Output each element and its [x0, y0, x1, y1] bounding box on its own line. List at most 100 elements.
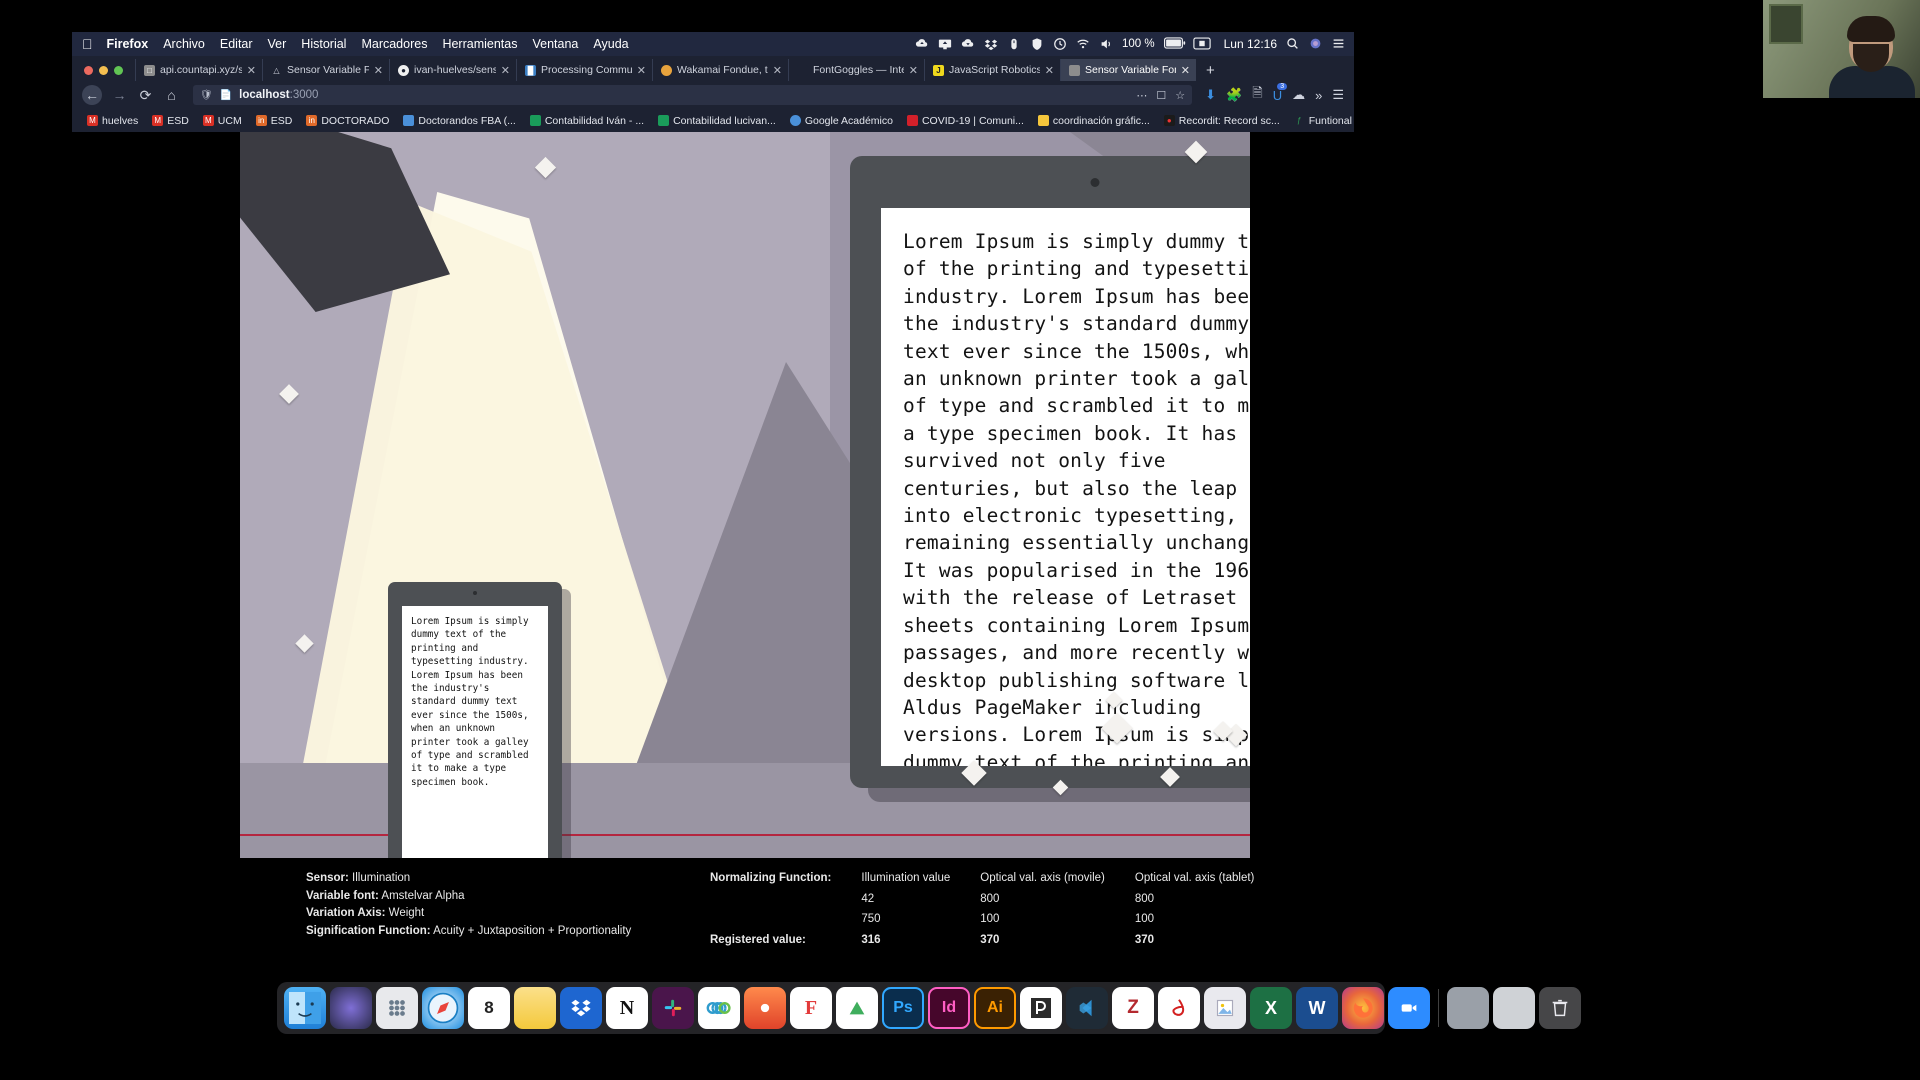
- dock-app-word[interactable]: W: [1296, 987, 1338, 1029]
- menu-bar-clock[interactable]: Lun 12:16: [1224, 37, 1277, 51]
- cloud-icon[interactable]: [961, 37, 975, 51]
- close-tab-icon[interactable]: ✕: [637, 64, 646, 77]
- dock-app-preview[interactable]: [1204, 987, 1246, 1029]
- close-window-button[interactable]: [84, 66, 93, 75]
- volume-icon[interactable]: [1099, 37, 1113, 51]
- page-info-icon[interactable]: 📄: [220, 90, 232, 101]
- dock-app-photoshop[interactable]: Ps: [882, 987, 924, 1029]
- menu-item-ver[interactable]: Ver: [268, 37, 287, 51]
- zoom-window-button[interactable]: [114, 66, 123, 75]
- tab-1[interactable]: △ Sensor Variable Font W ✕: [262, 59, 389, 81]
- dock-app-notion[interactable]: N: [606, 987, 648, 1029]
- dock-app-acrobat[interactable]: [1158, 987, 1200, 1029]
- menu-item-ayuda[interactable]: Ayuda: [593, 37, 628, 51]
- home-icon[interactable]: ⌂: [163, 87, 180, 103]
- dock-app-glyphs[interactable]: [836, 987, 878, 1029]
- close-tab-icon[interactable]: ✕: [501, 64, 510, 77]
- chevron-double-right-icon[interactable]: »: [1315, 88, 1322, 103]
- reader-mode-icon[interactable]: ☐: [1156, 89, 1166, 102]
- wifi-icon[interactable]: [1076, 37, 1090, 51]
- dock-app-illustrator[interactable]: Ai: [974, 987, 1016, 1029]
- apple-icon[interactable]: : [82, 37, 93, 51]
- mouse-icon[interactable]: [1007, 37, 1021, 51]
- bookmark-coordinacion-grafica[interactable]: coordinación gráfic...: [1031, 115, 1157, 127]
- pocket-icon[interactable]: ☁: [1292, 87, 1305, 103]
- bookmark-huelves[interactable]: Mhuelves: [80, 115, 145, 127]
- close-tab-icon[interactable]: ✕: [1045, 64, 1054, 77]
- close-tab-icon[interactable]: ✕: [773, 64, 782, 77]
- menu-item-firefox[interactable]: Firefox: [107, 37, 149, 51]
- dock-app-dropbox[interactable]: [560, 987, 602, 1029]
- cloud-upload-icon[interactable]: [915, 37, 929, 51]
- bookmark-esd-2[interactable]: inESD: [249, 115, 300, 127]
- bookmark-ucm[interactable]: MUCM: [196, 115, 249, 127]
- menu-item-archivo[interactable]: Archivo: [163, 37, 205, 51]
- siri-icon[interactable]: [1309, 37, 1323, 51]
- library-icon[interactable]: 🗎: [1252, 84, 1262, 106]
- star-icon[interactable]: ☆: [1175, 89, 1185, 102]
- tab-4[interactable]: Wakamai Fondue, the tr ✕: [652, 59, 788, 81]
- dock-app-notes[interactable]: [514, 987, 556, 1029]
- bookmark-esd[interactable]: MESD: [145, 115, 196, 127]
- bookmark-google-academico[interactable]: Google Académico: [783, 115, 900, 127]
- close-tab-icon[interactable]: ✕: [1181, 64, 1190, 77]
- bookmark-recordit[interactable]: ●Recordit: Record sc...: [1157, 115, 1287, 127]
- dock-app-fontlab[interactable]: F: [790, 987, 832, 1029]
- hamburger-menu-icon[interactable]: ☰: [1332, 87, 1344, 103]
- battery-icon[interactable]: [1164, 37, 1184, 51]
- shield-icon[interactable]: [1030, 37, 1044, 51]
- bookmark-doctorado[interactable]: inDOCTORADO: [299, 115, 396, 127]
- bookmark-covid19[interactable]: COVID-19 | Comuni...: [900, 115, 1031, 127]
- close-tab-icon[interactable]: ✕: [247, 64, 256, 77]
- search-icon[interactable]: [1286, 37, 1300, 51]
- bookmark-doctorandos-fba[interactable]: Doctorandos FBA (...: [396, 115, 522, 127]
- close-tab-icon[interactable]: ✕: [909, 64, 918, 77]
- dock-app-indesign[interactable]: Id: [928, 987, 970, 1029]
- dock-app-finder[interactable]: [284, 987, 326, 1029]
- menu-item-editar[interactable]: Editar: [220, 37, 253, 51]
- minimize-window-button[interactable]: [99, 66, 108, 75]
- screen-share-icon[interactable]: [938, 37, 952, 51]
- ellipsis-icon[interactable]: ⋯: [1136, 89, 1147, 102]
- dock-app-siri[interactable]: [330, 987, 372, 1029]
- bookmark-contabilidad-lucivan[interactable]: Contabilidad lucivan...: [651, 115, 783, 127]
- close-tab-icon[interactable]: ✕: [374, 64, 383, 77]
- bookmark-contabilidad-ivan[interactable]: Contabilidad Iván - ...: [523, 115, 651, 127]
- dropbox-icon[interactable]: [984, 37, 998, 51]
- puzzle-piece-icon[interactable]: 🧩: [1226, 87, 1242, 103]
- tab-6[interactable]: J JavaScript Robotics Exa ✕: [924, 59, 1060, 81]
- url-bar[interactable]: 🛡 📄 localhost:3000 ⋯ ☐ ☆: [193, 85, 1192, 105]
- dock-recent-screenshot-2[interactable]: [1493, 987, 1535, 1029]
- downloads-icon[interactable]: ⬇: [1205, 87, 1216, 103]
- control-center-icon[interactable]: [1332, 37, 1346, 51]
- bookmark-funtional-attributes[interactable]: ƒFuntional Attributes...: [1287, 115, 1354, 127]
- dock-recent-screenshot-1[interactable]: [1447, 987, 1489, 1029]
- menu-item-ventana[interactable]: Ventana: [532, 37, 578, 51]
- dock-app-launchpad[interactable]: [376, 987, 418, 1029]
- tab-3[interactable]: █ Processing Community ✕: [516, 59, 652, 81]
- reload-icon[interactable]: ⟳: [137, 87, 154, 104]
- menu-item-herramientas[interactable]: Herramientas: [442, 37, 517, 51]
- new-tab-button[interactable]: +: [1196, 62, 1223, 81]
- tracking-shield-icon[interactable]: 🛡: [200, 90, 213, 101]
- dock-app-processing[interactable]: [1020, 987, 1062, 1029]
- time-machine-icon[interactable]: [1053, 37, 1067, 51]
- menu-item-historial[interactable]: Historial: [301, 37, 346, 51]
- forward-arrow-icon[interactable]: →: [111, 87, 128, 103]
- dock-app-slack[interactable]: [652, 987, 694, 1029]
- account-icon[interactable]: U3: [1273, 88, 1282, 103]
- dock-app-zotero[interactable]: Z: [1112, 987, 1154, 1029]
- menu-item-marcadores[interactable]: Marcadores: [361, 37, 427, 51]
- tab-5[interactable]: FontGoggles — Interactive ✕: [788, 59, 924, 81]
- dock-app-calendar[interactable]: 8: [468, 987, 510, 1029]
- dock-app-safari[interactable]: [422, 987, 464, 1029]
- tab-0[interactable]: □ api.countapi.xyz/set/sensor ✕: [135, 59, 262, 81]
- dock-app-zoom[interactable]: [1388, 987, 1430, 1029]
- tab-7-active[interactable]: Sensor Variable Font - Ilumi ✕: [1060, 59, 1196, 81]
- dock-app-spark[interactable]: [744, 987, 786, 1029]
- dock-app-vscode[interactable]: [1066, 987, 1108, 1029]
- dock-app-infinity[interactable]: [698, 987, 740, 1029]
- dock-app-excel[interactable]: X: [1250, 987, 1292, 1029]
- tab-2[interactable]: ● ivan-huelves/sensorvar ✕: [389, 59, 516, 81]
- input-source-icon[interactable]: [1193, 37, 1211, 51]
